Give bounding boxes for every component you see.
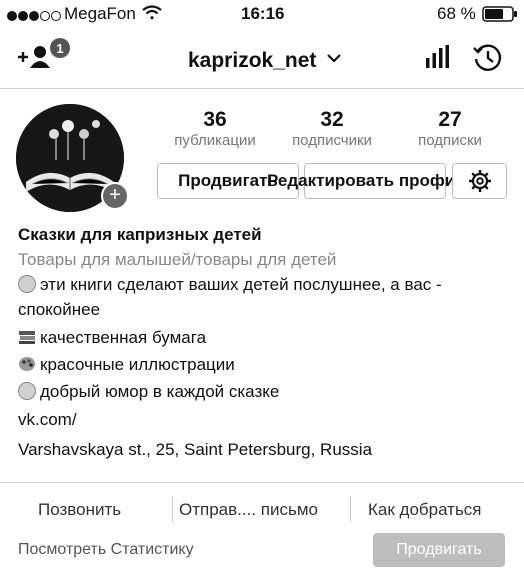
chevron-down-icon bbox=[326, 45, 342, 69]
profile-address[interactable]: Varshavskaya st., 25, Saint Petersburg, … bbox=[18, 440, 372, 460]
bio-text-1: эти книги сделают ваших детей послушнее,… bbox=[40, 275, 442, 294]
insights-icon[interactable] bbox=[424, 44, 450, 75]
divider bbox=[350, 496, 351, 522]
view-stats-link[interactable]: Посмотреть Статистику bbox=[18, 541, 194, 559]
notification-badge: 1 bbox=[50, 38, 70, 58]
promote-post-button[interactable]: Продвигать bbox=[373, 533, 505, 567]
email-button[interactable]: Отправ.... письмо bbox=[179, 500, 318, 520]
username: kaprizok_net bbox=[188, 49, 317, 72]
followers-count: 32 bbox=[320, 108, 344, 131]
divider bbox=[0, 482, 524, 483]
signal-icon bbox=[6, 7, 62, 27]
status-bar: MegaFon 16:16 68 % bbox=[0, 0, 524, 26]
profile-link[interactable]: vk.com/ bbox=[18, 410, 77, 430]
following-label: подписки bbox=[418, 132, 482, 149]
directions-button[interactable]: Как добраться bbox=[368, 500, 482, 520]
grin-emoji-icon bbox=[18, 382, 36, 400]
add-story-icon[interactable]: + bbox=[101, 182, 129, 210]
following-count: 27 bbox=[438, 108, 462, 131]
carrier-name: MegaFon bbox=[64, 4, 136, 23]
palette-emoji-icon bbox=[18, 356, 36, 372]
bio-line-2: спокойнее bbox=[18, 300, 101, 319]
stat-posts[interactable]: 36 публикации bbox=[163, 108, 267, 149]
username-dropdown[interactable]: kaprizok_net bbox=[188, 45, 342, 73]
clock: 16:16 bbox=[241, 4, 285, 23]
promote-button-label: Продвигать bbox=[178, 171, 278, 190]
call-button[interactable]: Позвонить bbox=[38, 500, 121, 520]
wifi-icon bbox=[142, 5, 162, 26]
posts-count: 36 bbox=[203, 108, 227, 131]
bio-line-5: добрый юмор в каждой сказке bbox=[18, 382, 279, 402]
stat-following[interactable]: 27 подписки bbox=[398, 108, 502, 149]
posts-label: публикации bbox=[174, 132, 256, 149]
books-emoji-icon bbox=[18, 329, 36, 345]
bio-line-3: качественная бумага bbox=[18, 328, 206, 348]
gear-icon bbox=[468, 170, 491, 192]
bio-line-4: красочные иллюстрации bbox=[18, 355, 235, 375]
stat-followers[interactable]: 32 подписчики bbox=[280, 108, 384, 149]
followers-label: подписчики bbox=[292, 132, 372, 149]
history-icon[interactable] bbox=[472, 42, 504, 79]
bio-text-3: качественная бумага bbox=[40, 328, 207, 347]
settings-button[interactable] bbox=[452, 163, 507, 199]
profile-category: Товары для малышей/товары для детей bbox=[18, 250, 337, 269]
bio-text-5: добрый юмор в каждой сказке bbox=[40, 382, 280, 401]
edit-profile-label: Редактировать профиль bbox=[267, 171, 477, 190]
edit-profile-button[interactable]: Редактировать профиль bbox=[267, 163, 476, 199]
profile-header: 1 kaprizok_net bbox=[0, 26, 524, 89]
smile-emoji-icon bbox=[18, 275, 36, 293]
battery-icon bbox=[482, 6, 518, 27]
bio-line-1: эти книги сделают ваших детей послушнее,… bbox=[18, 275, 442, 295]
bio-text-4: красочные иллюстрации bbox=[40, 355, 235, 374]
divider bbox=[172, 496, 173, 522]
profile-name: Сказки для капризных детей bbox=[18, 225, 262, 244]
battery-percent: 68 % bbox=[437, 4, 476, 23]
